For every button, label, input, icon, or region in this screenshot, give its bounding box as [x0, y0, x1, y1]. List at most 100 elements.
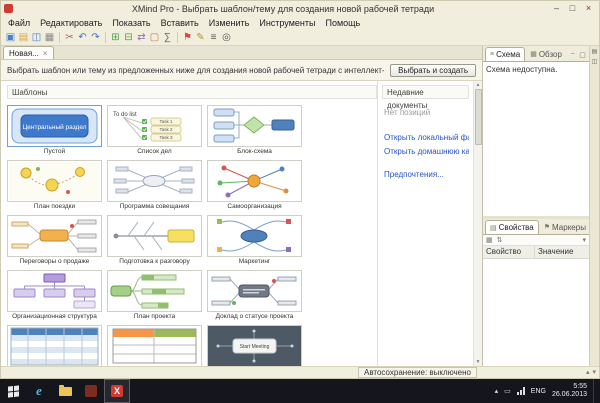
panel-buttons: − ▢ — [568, 51, 587, 61]
menu-tools[interactable]: Инструменты — [254, 18, 320, 28]
template-preview — [7, 160, 102, 202]
clock[interactable]: 5:55 26.06.2013 — [552, 383, 587, 399]
open-local-file-link[interactable]: Открыть локальный файл... — [384, 133, 469, 142]
scrollbar-thumb[interactable] — [475, 89, 482, 145]
menu-edit[interactable]: Редактировать — [35, 18, 107, 28]
internet-explorer-button[interactable]: e — [26, 379, 52, 403]
maximize-panel-icon[interactable]: ▢ — [578, 51, 587, 59]
template-preview: Центральный раздел — [7, 105, 102, 147]
menu-insert[interactable]: Вставить — [156, 18, 204, 28]
outline-icon: ≡ — [490, 51, 494, 58]
boundary-icon[interactable]: ▢ — [148, 30, 161, 45]
tab-label: Обзор — [539, 50, 562, 59]
app-icon — [85, 385, 97, 397]
notes-icon[interactable]: ≡ — [207, 30, 220, 45]
todo-title: To do list — [113, 112, 137, 118]
tab-label: Маркеры — [552, 223, 586, 232]
show-desktop-button[interactable] — [593, 379, 598, 403]
tab-outline[interactable]: ≡ Схема — [485, 47, 525, 61]
main-toolbar: ▣ ▤ ◫ ▦ ✂ ↶ ↷ ⊞ ⊟ ⇄ ▢ ∑ ⚑ ✎ ≡ ◎ — [1, 29, 599, 46]
label-icon[interactable]: ✎ — [194, 30, 207, 45]
chooser-prompt: Выбрать шаблон или тему из предложенных … — [7, 66, 384, 75]
xmind-window: XMind Pro - Выбрать шаблон/тему для созд… — [0, 0, 600, 379]
summary-icon[interactable]: ∑ — [161, 30, 174, 45]
tab-markers[interactable]: ⚑ Маркеры — [540, 220, 590, 234]
close-button[interactable]: × — [581, 3, 596, 14]
template-todo-list[interactable]: To do list Task 1 Task 2 — [107, 105, 202, 157]
template-caption: Пустой — [7, 147, 102, 157]
menu-view[interactable]: Показать — [107, 18, 155, 28]
marker-icon[interactable]: ⚑ — [181, 30, 194, 45]
clock-date: 26.06.2013 — [552, 391, 587, 399]
template-caption: Подготовка к разговору — [107, 257, 202, 267]
menu-modify[interactable]: Изменить — [204, 18, 255, 28]
status-down-icon[interactable]: ▾ — [592, 368, 596, 376]
vertical-scrollbar[interactable]: ▲ ▼ — [473, 81, 482, 366]
template-spreadsheet[interactable] — [7, 325, 102, 366]
status-up-icon[interactable]: ▴ — [586, 368, 590, 376]
save-icon[interactable]: ◫ — [30, 30, 43, 45]
tab-overview[interactable]: ▦ Обзор — [526, 47, 566, 61]
outline-panel-tabs: ≡ Схема ▦ Обзор − ▢ — [483, 46, 589, 61]
choose-and-create-button[interactable]: Выбрать и создать — [390, 64, 476, 77]
open-icon[interactable]: ▤ — [17, 30, 30, 45]
outline-unavailable-message: Схема недоступна. — [486, 65, 557, 74]
tab-new-workbook[interactable]: Новая... × — [3, 46, 54, 59]
tab-properties[interactable]: ▤ Свойства — [485, 220, 539, 234]
cut-icon[interactable]: ✂ — [63, 30, 76, 45]
restore-view-icon-2[interactable]: ◫ — [592, 58, 598, 65]
action-center-icon[interactable]: ▭ — [504, 387, 511, 395]
template-project-plan[interactable]: План проекта — [107, 270, 202, 322]
table-view-icon[interactable]: ▦ — [486, 236, 493, 244]
view-menu-icon[interactable]: ▾ — [582, 236, 586, 244]
outline-panel: ≡ Схема ▦ Обзор − ▢ Схема недос — [483, 46, 589, 216]
pinned-app-button[interactable] — [78, 379, 104, 403]
template-project-status-report[interactable]: Доклад о статусе проекта — [207, 270, 302, 322]
overview-icon: ▦ — [530, 50, 537, 58]
insert-topic-icon[interactable]: ⊞ — [109, 30, 122, 45]
tab-label: Свойства — [499, 223, 534, 232]
properties-mini-toolbar: ▦ ⇅ ▾ — [483, 234, 589, 246]
relationship-icon[interactable]: ⇄ — [135, 30, 148, 45]
undo-icon[interactable]: ↶ — [76, 30, 89, 45]
insert-subtopic-icon[interactable]: ⊟ — [122, 30, 135, 45]
toolbar-separator — [177, 32, 178, 43]
menu-help[interactable]: Помощь — [320, 18, 365, 28]
maximize-button[interactable]: □ — [565, 3, 580, 14]
template-table[interactable] — [107, 325, 202, 366]
scroll-up-icon[interactable]: ▲ — [476, 81, 481, 89]
template-travel-plan[interactable]: План поездки — [7, 160, 102, 212]
template-blank[interactable]: Центральный раздел Пустой — [7, 105, 102, 157]
network-icon[interactable] — [517, 387, 525, 395]
template-preview: To do list Task 1 Task 2 — [107, 105, 202, 147]
redo-icon[interactable]: ↷ — [89, 30, 102, 45]
column-property[interactable]: Свойство — [483, 246, 535, 258]
open-home-map-link[interactable]: Открыть домашнюю карту — [384, 147, 469, 156]
show-hidden-icons[interactable]: ▴ — [495, 387, 499, 395]
template-start-meeting[interactable]: Start Meeting — [207, 325, 302, 366]
template-marketing[interactable]: Маркетинг — [207, 215, 302, 267]
language-indicator[interactable]: ENG — [531, 388, 546, 395]
restore-view-icon[interactable]: ▤ — [592, 48, 598, 55]
template-conversation-prep[interactable]: Подготовка к разговору — [107, 215, 202, 267]
print-icon[interactable]: ▦ — [43, 30, 56, 45]
zoom-icon[interactable]: ◎ — [220, 30, 233, 45]
template-meeting-agenda[interactable]: Программа совещания — [107, 160, 202, 212]
screen: XMind Pro - Выбрать шаблон/тему для созд… — [0, 0, 600, 403]
sort-icon[interactable]: ⇅ — [497, 236, 503, 244]
file-explorer-button[interactable] — [52, 379, 78, 403]
template-self-organization[interactable]: Самоорганизация — [207, 160, 302, 212]
start-button[interactable] — [0, 379, 26, 403]
column-value[interactable]: Значение — [535, 246, 589, 258]
tab-close-icon[interactable]: × — [43, 49, 48, 58]
preferences-link[interactable]: Предпочтения... — [384, 170, 469, 179]
scroll-down-icon[interactable]: ▼ — [476, 358, 481, 366]
template-flowchart[interactable]: Блок-схема — [207, 105, 302, 157]
minimize-panel-icon[interactable]: − — [568, 51, 577, 59]
xmind-taskbar-button[interactable]: X — [104, 379, 130, 403]
template-org-structure[interactable]: Организационная структура — [7, 270, 102, 322]
minimize-button[interactable]: – — [549, 3, 564, 14]
new-workbook-icon[interactable]: ▣ — [4, 30, 17, 45]
template-sales-negotiation[interactable]: Переговоры о продаже — [7, 215, 102, 267]
menu-file[interactable]: Файл — [3, 18, 35, 28]
